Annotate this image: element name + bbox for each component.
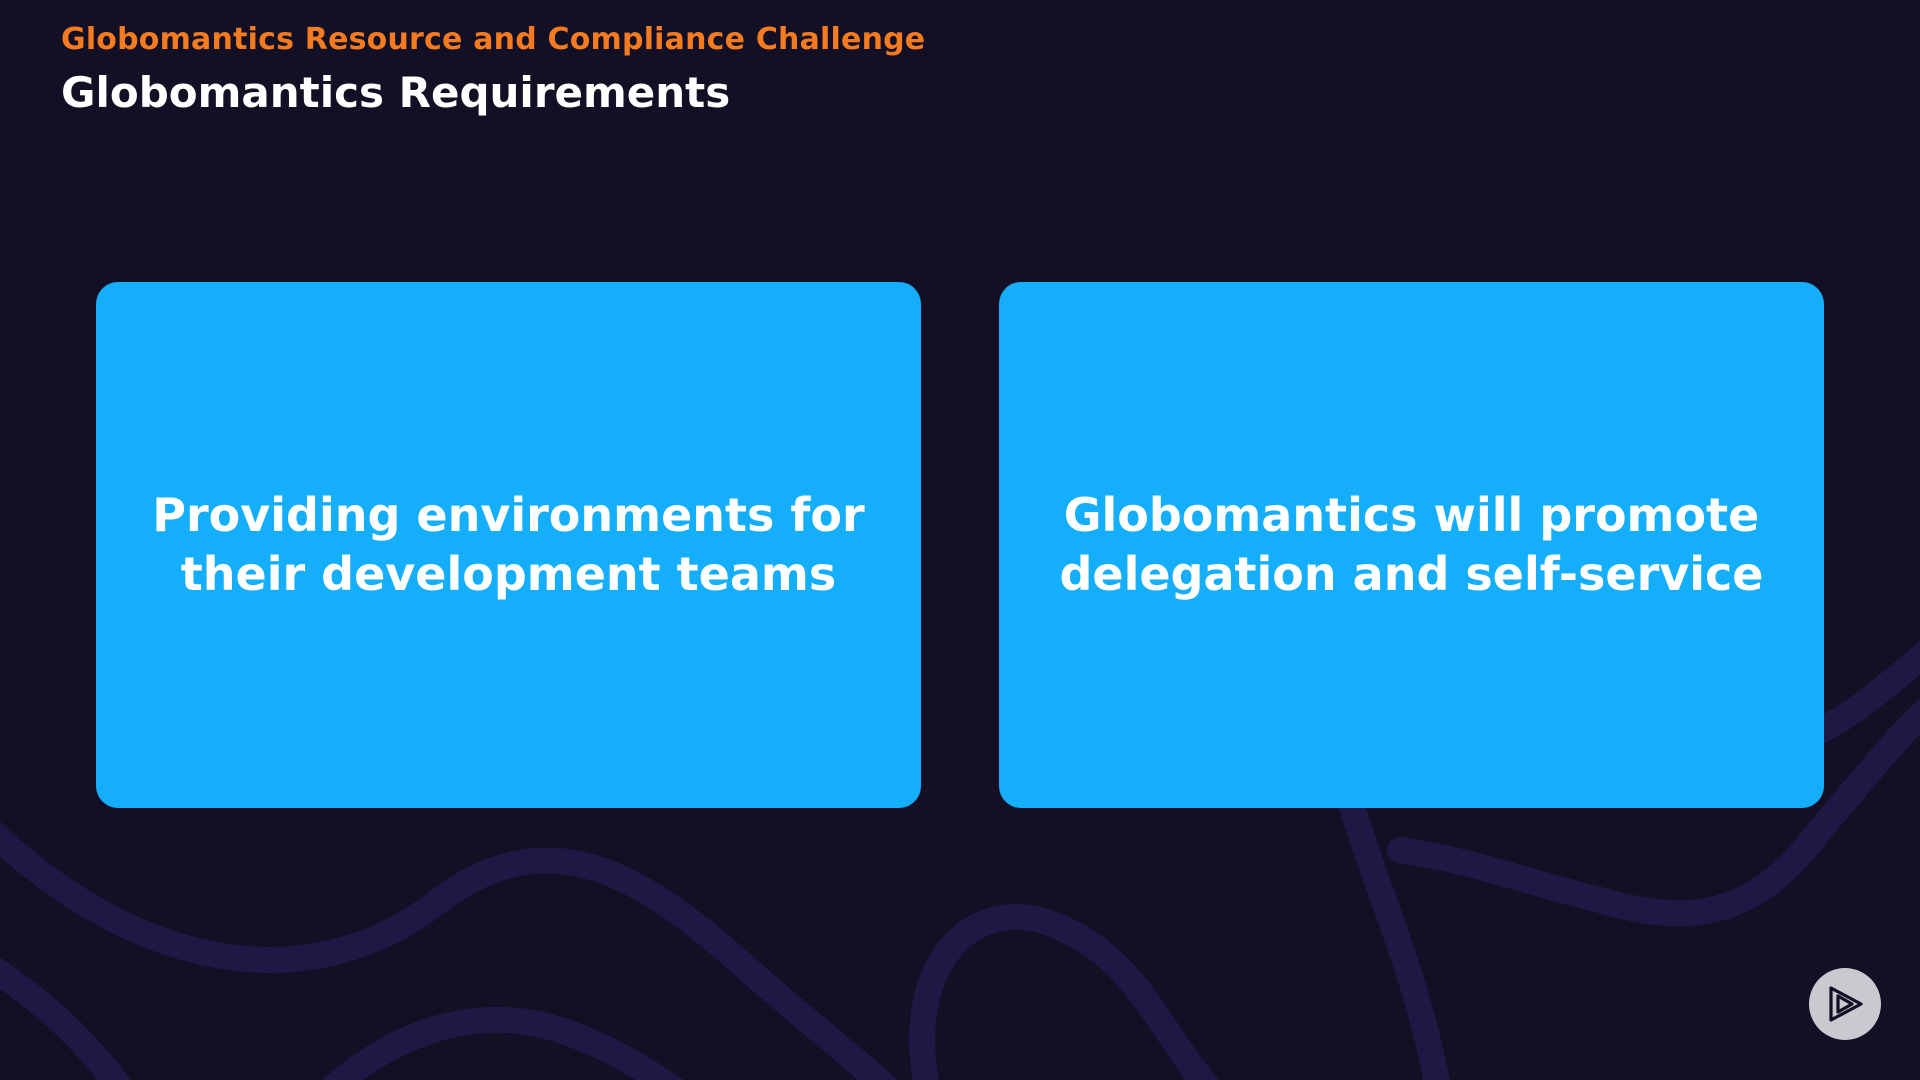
slide: Globomantics Resource and Compliance Cha…	[0, 0, 1920, 1080]
requirement-card-self-service: Globomantics will promote delegation and…	[999, 282, 1824, 808]
requirement-card-text: Globomantics will promote delegation and…	[1059, 488, 1764, 601]
requirement-card-environments: Providing environments for their develop…	[96, 282, 921, 808]
requirement-card-text: Providing environments for their develop…	[152, 488, 865, 601]
section-kicker: Globomantics Resource and Compliance Cha…	[61, 22, 926, 57]
play-logo-icon	[1809, 968, 1881, 1040]
page-title: Globomantics Requirements	[61, 68, 731, 117]
